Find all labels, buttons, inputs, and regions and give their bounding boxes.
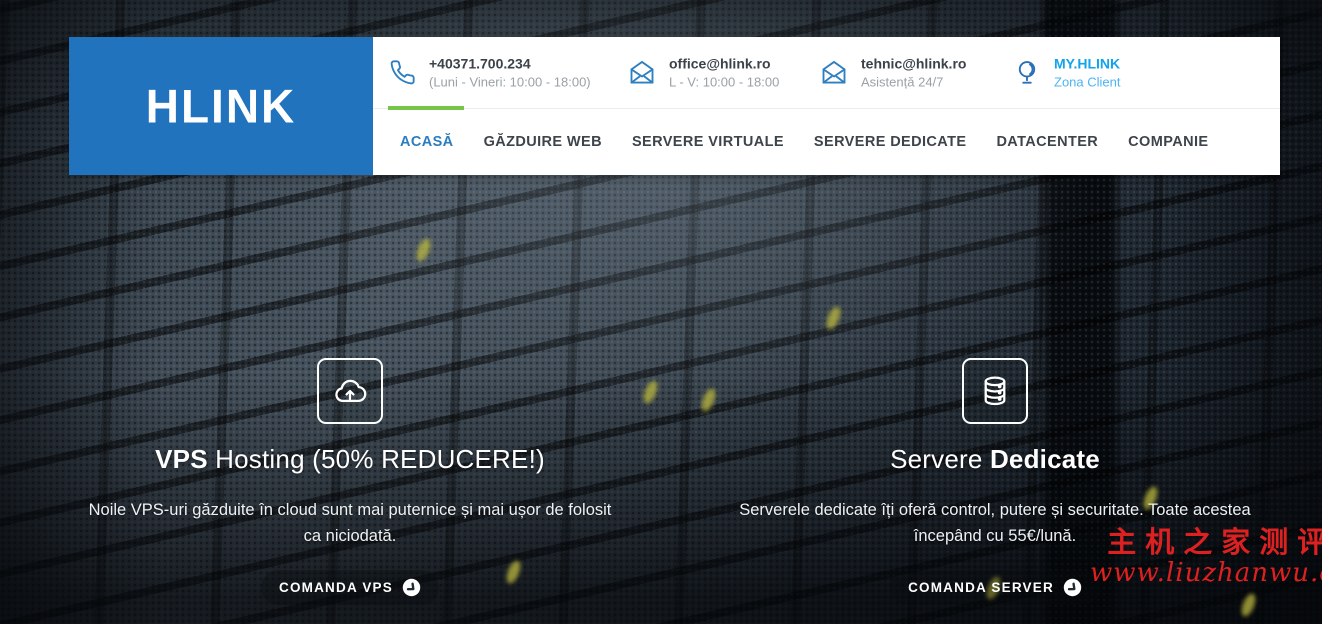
globe-stand-icon: [1013, 58, 1041, 86]
contact-office-hours: L - V: 10:00 - 18:00: [669, 73, 779, 92]
feature-description: Noile VPS-uri găzduite în cloud sunt mai…: [80, 497, 620, 549]
watermark: 主机之家测评 www.liuzhanwu.cn: [1090, 526, 1322, 589]
contact-phone-number: +40371.700.234: [429, 53, 591, 73]
contact-phone-hours: (Luni - Vineri: 10:00 - 18:00): [429, 73, 591, 92]
client-zone-subtitle: Zona Client: [1054, 73, 1120, 92]
contact-topbar: +40371.700.234 (Luni - Vineri: 10:00 - 1…: [373, 37, 1280, 108]
feature-vps-hosting: VPS Hosting (50% REDUCERE!) Noile VPS-ur…: [80, 358, 620, 605]
watermark-chinese-text: 主机之家测评: [1090, 526, 1322, 559]
phone-icon: [388, 58, 416, 86]
feature-title: Servere Dedicate: [735, 444, 1255, 475]
cloud-upload-icon: [317, 358, 383, 424]
nav-item-datacenter[interactable]: DATACENTER: [996, 134, 1098, 150]
hlink-homepage: HLINK +40371.700.234 (Luni - Vineri: 10:…: [0, 0, 1322, 624]
contact-tehnic-address: tehnic@hlink.ro: [861, 53, 966, 73]
arrow-circle-icon: [402, 578, 421, 597]
header-right: +40371.700.234 (Luni - Vineri: 10:00 - 1…: [373, 37, 1280, 175]
feature-title: VPS Hosting (50% REDUCERE!): [80, 444, 620, 475]
arrow-circle-icon: [1063, 578, 1082, 597]
database-icon: [962, 358, 1028, 424]
logo-text: HLINK: [146, 78, 297, 133]
watermark-url-text: www.liuzhanwu.cn: [1090, 559, 1322, 589]
contact-phone[interactable]: +40371.700.234 (Luni - Vineri: 10:00 - 1…: [388, 53, 591, 92]
nav-item-acasa[interactable]: ACASĂ: [400, 134, 454, 150]
contact-tehnic-availability: Asistență 24/7: [861, 73, 966, 92]
main-nav: ACASĂ GĂZDUIRE WEB SERVERE VIRTUALE SERV…: [373, 109, 1280, 175]
nav-item-gazduire-web[interactable]: GĂZDUIRE WEB: [484, 134, 602, 150]
mail-open-icon: [628, 58, 656, 86]
comanda-vps-button[interactable]: COMANDA VPS: [261, 570, 439, 605]
nav-item-companie[interactable]: COMPANIE: [1128, 134, 1208, 150]
mail-open-icon: [820, 58, 848, 86]
client-zone-link[interactable]: MY.HLINK Zona Client: [1013, 53, 1120, 92]
nav-item-servere-virtuale[interactable]: SERVERE VIRTUALE: [632, 134, 784, 150]
logo[interactable]: HLINK: [69, 37, 373, 175]
header-divider-green-bar: [373, 108, 1280, 109]
site-header: HLINK +40371.700.234 (Luni - Vineri: 10:…: [69, 37, 1280, 175]
comanda-server-button[interactable]: COMANDA SERVER: [890, 570, 1100, 605]
nav-item-servere-dedicate[interactable]: SERVERE DEDICATE: [814, 134, 967, 150]
client-zone-title: MY.HLINK: [1054, 53, 1120, 73]
contact-office-email[interactable]: office@hlink.ro L - V: 10:00 - 18:00: [628, 53, 779, 92]
contact-office-address: office@hlink.ro: [669, 53, 779, 73]
contact-tehnic-email[interactable]: tehnic@hlink.ro Asistență 24/7: [820, 53, 966, 92]
